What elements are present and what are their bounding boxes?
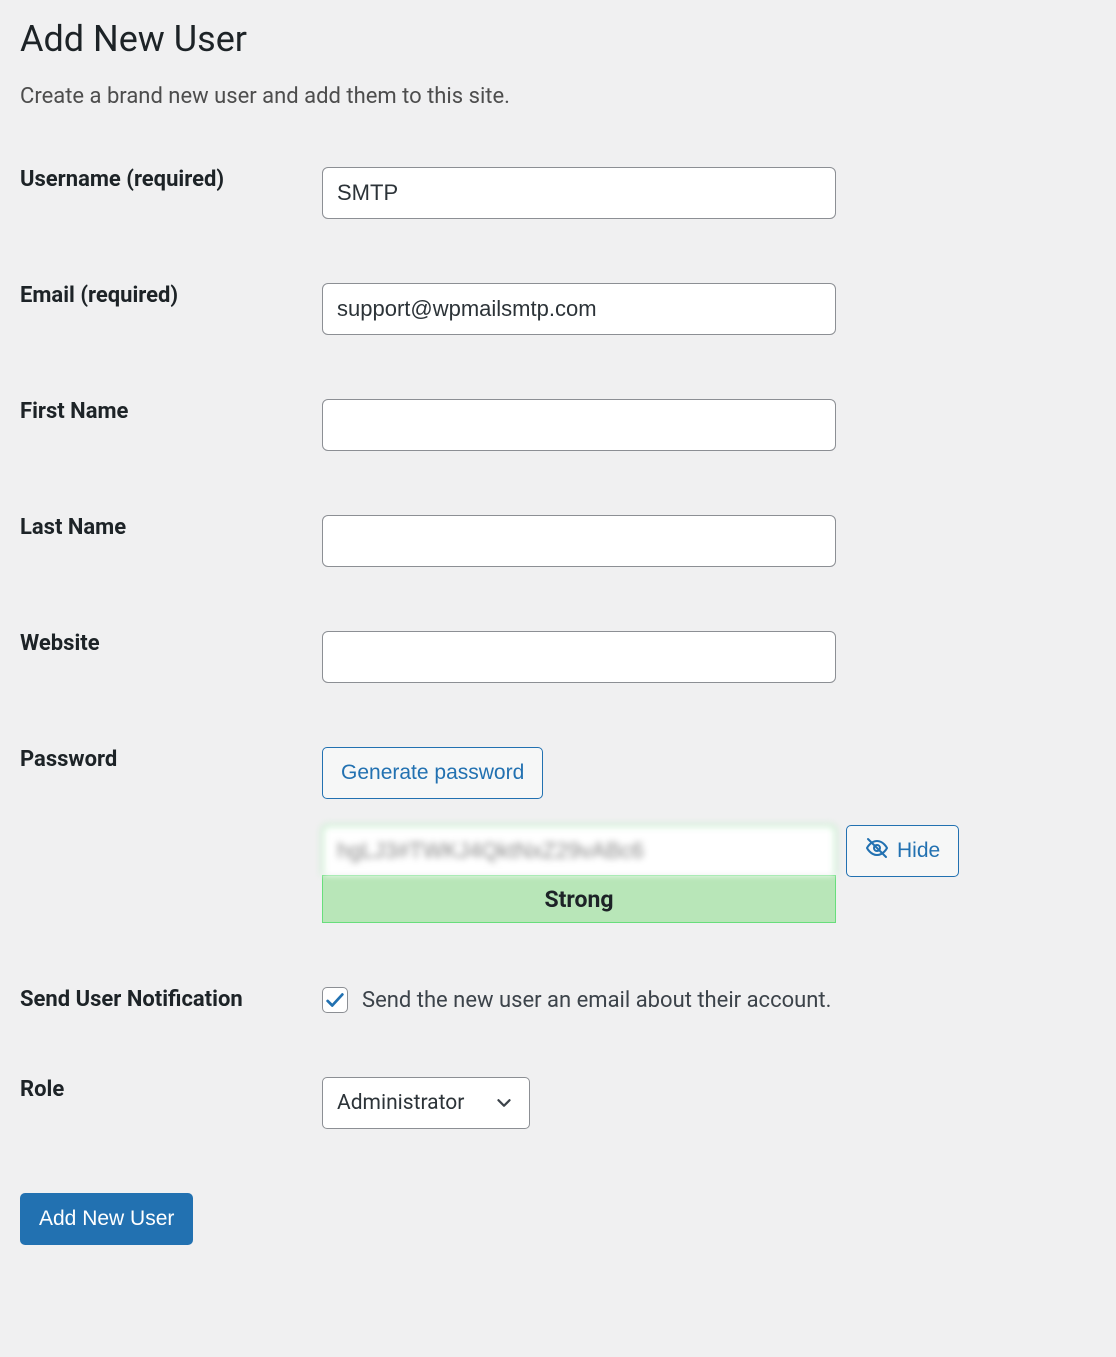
- generate-password-button[interactable]: Generate password: [322, 747, 543, 799]
- username-input[interactable]: [322, 167, 836, 219]
- send-notification-text: Send the new user an email about their a…: [362, 988, 831, 1013]
- password-strength-meter: Strong: [322, 875, 836, 923]
- chevron-down-icon: [493, 1092, 515, 1114]
- first-name-input[interactable]: [322, 399, 836, 451]
- page-subtitle: Create a brand new user and add them to …: [20, 84, 1096, 109]
- eye-slash-icon: [865, 836, 889, 866]
- password-label: Password: [20, 747, 322, 987]
- password-input[interactable]: [322, 825, 836, 875]
- username-label: Username (required): [20, 167, 322, 283]
- email-label: Email (required): [20, 283, 322, 399]
- hide-password-button[interactable]: Hide: [846, 825, 959, 877]
- add-user-form: Username (required) Email (required) Fir…: [20, 167, 1096, 1193]
- page-title: Add New User: [20, 18, 1096, 60]
- first-name-label: First Name: [20, 399, 322, 515]
- email-input[interactable]: [322, 283, 836, 335]
- role-select[interactable]: Administrator: [322, 1077, 530, 1129]
- add-new-user-button[interactable]: Add New User: [20, 1193, 193, 1245]
- hide-password-label: Hide: [897, 839, 940, 863]
- role-label: Role: [20, 1077, 322, 1193]
- website-input[interactable]: [322, 631, 836, 683]
- send-notification-checkbox[interactable]: [322, 987, 348, 1013]
- last-name-input[interactable]: [322, 515, 836, 567]
- last-name-label: Last Name: [20, 515, 322, 631]
- role-selected-value: Administrator: [337, 1091, 464, 1115]
- check-icon: [324, 989, 346, 1011]
- send-notification-label: Send User Notification: [20, 987, 322, 1077]
- website-label: Website: [20, 631, 322, 747]
